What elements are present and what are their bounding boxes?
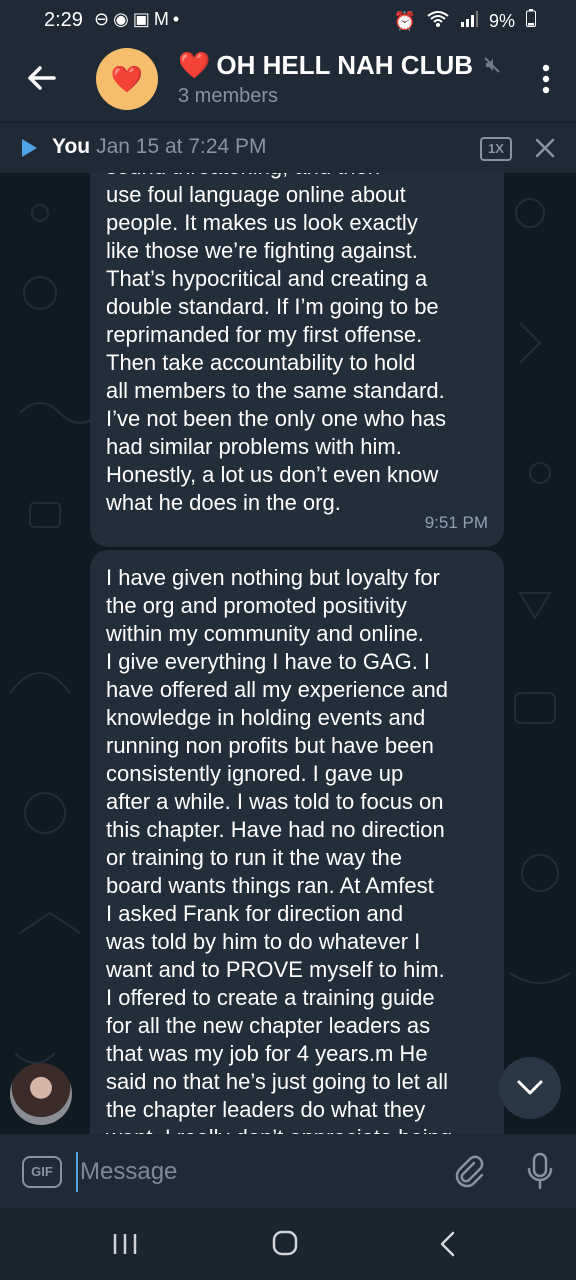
battery-percent: 9% bbox=[488, 11, 515, 31]
battery-icon bbox=[526, 9, 536, 31]
system-navigation-bar bbox=[0, 1208, 576, 1280]
home-icon[interactable] bbox=[272, 1230, 298, 1256]
back-button[interactable] bbox=[24, 60, 60, 96]
dnd-icon: ⊖ bbox=[94, 9, 114, 29]
chat-title-text: OH HELL NAH CLUB bbox=[216, 50, 473, 80]
message-bubble[interactable]: sound threatening, and then use foul lan… bbox=[90, 173, 504, 547]
status-bar: 2:29 ⊖◉▣M• ⏰ 9% bbox=[0, 0, 576, 42]
notification-icons: ⊖◉▣M• bbox=[94, 9, 183, 30]
audio-info: You Jan 15 at 7:24 PM bbox=[52, 135, 267, 159]
play-icon[interactable] bbox=[20, 138, 38, 158]
dot-icon: • bbox=[172, 9, 184, 29]
arrow-left-icon bbox=[28, 66, 56, 90]
alarm-icon: ⏰ bbox=[393, 11, 416, 31]
instagram-icon: ▣ bbox=[132, 9, 154, 29]
message-text: sound threatening, and then use foul lan… bbox=[106, 173, 447, 515]
audio-sender: You bbox=[52, 135, 91, 158]
heart-icon: ❤️ bbox=[110, 63, 144, 94]
more-vertical-icon bbox=[542, 64, 550, 94]
wifi-icon bbox=[427, 11, 454, 31]
status-time: 2:29 bbox=[44, 9, 83, 31]
message-text: I have given nothing but loyalty for the… bbox=[106, 565, 452, 1134]
sender-avatar[interactable] bbox=[10, 1063, 72, 1125]
gmail-icon: M bbox=[153, 9, 173, 29]
chat-title: ❤️ OH HELL NAH CLUB bbox=[178, 48, 501, 82]
more-options-button[interactable] bbox=[542, 64, 550, 94]
messenger-icon: ◉ bbox=[113, 9, 133, 29]
member-count: 3 members bbox=[178, 85, 279, 107]
audio-player-bar[interactable]: You Jan 15 at 7:24 PM 1X bbox=[0, 122, 576, 173]
muted-icon bbox=[484, 57, 500, 73]
close-icon[interactable] bbox=[534, 137, 556, 159]
paperclip-icon[interactable] bbox=[452, 1154, 486, 1188]
composer: GIF bbox=[0, 1134, 576, 1208]
message-bubble[interactable]: I have given nothing but loyalty for the… bbox=[90, 550, 504, 1134]
signal-icon bbox=[460, 11, 483, 31]
microphone-icon[interactable] bbox=[526, 1152, 554, 1190]
scroll-to-bottom-button[interactable] bbox=[499, 1057, 561, 1119]
message-input[interactable] bbox=[76, 1152, 442, 1192]
chat-info[interactable]: ❤️ OH HELL NAH CLUB 3 members bbox=[178, 48, 501, 110]
heart-emoji: ❤️ bbox=[178, 50, 211, 80]
audio-date: Jan 15 at 7:24 PM bbox=[96, 135, 267, 158]
gif-button[interactable]: GIF bbox=[22, 1156, 62, 1188]
group-avatar[interactable]: ❤️ bbox=[96, 48, 158, 110]
message-list[interactable]: sound threatening, and then use foul lan… bbox=[0, 173, 576, 1134]
nav-back-icon[interactable] bbox=[438, 1230, 456, 1258]
chevron-down-icon bbox=[517, 1080, 543, 1095]
system-icons: ⏰ 9% bbox=[388, 9, 536, 32]
recent-apps-icon[interactable] bbox=[112, 1232, 138, 1256]
playback-speed-button[interactable]: 1X bbox=[480, 137, 512, 161]
message-time: 9:51 PM bbox=[424, 513, 488, 532]
chat-header: ❤️ ❤️ OH HELL NAH CLUB 3 members bbox=[0, 42, 576, 122]
